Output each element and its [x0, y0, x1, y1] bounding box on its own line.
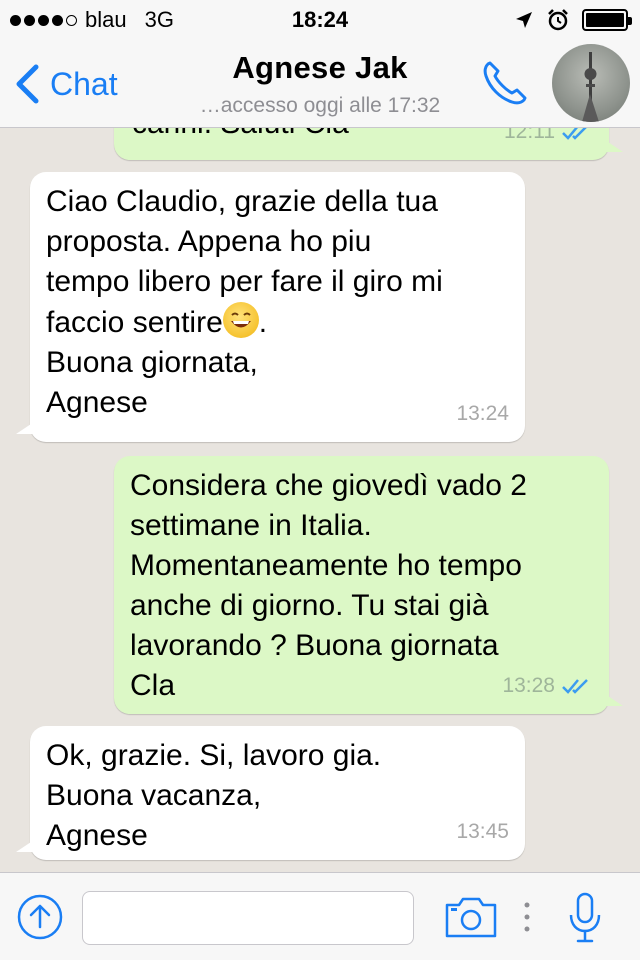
battery-icon	[582, 9, 632, 31]
read-ticks-icon	[562, 128, 587, 140]
message-list[interactable]: carini. Saluti Cla 12:11 Ciao Claudio, g…	[0, 128, 640, 872]
back-button[interactable]: Chat	[14, 62, 118, 106]
message-text: Ciao Claudio, grazie della tua proposta.…	[46, 182, 509, 423]
message-input[interactable]	[82, 891, 414, 945]
contact-info[interactable]: Agnese Jak …accesso oggi alle 17:32	[140, 50, 500, 118]
message-time: 13:28	[502, 674, 555, 697]
share-button[interactable]	[16, 893, 64, 941]
microphone-icon	[569, 892, 601, 943]
contact-name: Agnese Jak	[232, 50, 408, 85]
read-ticks-icon	[562, 679, 588, 694]
message-time: 13:45	[456, 820, 509, 843]
message-text: Ok, grazie. Si, lavoro gia. Buona vacanz…	[46, 739, 382, 852]
upload-arrow-icon	[17, 894, 63, 940]
alarm-icon	[548, 9, 568, 31]
message-bubble-incoming[interactable]: Ok, grazie. Si, lavoro gia. Buona vacanz…	[16, 726, 525, 860]
camera-icon	[445, 897, 497, 938]
back-label: Chat	[50, 65, 118, 102]
last-seen-status: …accesso oggi alle 17:32	[199, 94, 441, 117]
phone-icon	[483, 61, 527, 105]
message-time: 13:24	[456, 402, 509, 425]
smile-emoji-icon	[222, 302, 259, 338]
location-icon	[516, 12, 532, 28]
message-bubble-outgoing[interactable]: carini. Saluti Cla 12:11	[114, 128, 623, 160]
status-bar: blau 3G 18:24	[0, 0, 640, 40]
message-time: 12:11	[504, 128, 555, 143]
more-options-button[interactable]	[520, 897, 534, 937]
message-composer	[0, 872, 640, 960]
vertical-dots-icon	[524, 902, 530, 932]
camera-button[interactable]	[444, 895, 498, 939]
call-button[interactable]	[478, 56, 530, 108]
avatar[interactable]	[552, 44, 630, 122]
message-bubble-incoming[interactable]: Ciao Claudio, grazie della tua proposta.…	[16, 172, 525, 442]
voice-message-button[interactable]	[566, 891, 604, 945]
chat-header: Chat Agnese Jak …accesso oggi alle 17:32	[0, 40, 640, 128]
chevron-left-icon	[16, 64, 39, 104]
tv-tower-image	[582, 52, 599, 122]
message-bubble-outgoing[interactable]: Considera che giovedì vado 2 settimane i…	[114, 456, 623, 714]
